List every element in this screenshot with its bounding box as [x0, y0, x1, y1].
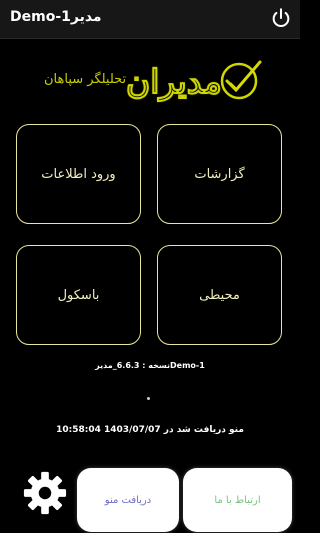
logo-tagline: تحلیلگر سپاهان	[44, 72, 127, 87]
logo-name: مدیران	[126, 62, 223, 102]
tile-label: گزارشات	[194, 166, 245, 182]
tile-scale[interactable]: باسکول	[16, 245, 141, 345]
tile-environment[interactable]: محیطی	[157, 245, 282, 345]
check-swoosh-icon	[220, 60, 262, 100]
receive-menu-button[interactable]: دریافت منو	[77, 468, 179, 532]
separator-dot	[147, 397, 150, 400]
tile-label: ورود اطلاعات	[41, 166, 116, 182]
tile-reports[interactable]: گزارشات	[157, 124, 282, 224]
app-title: مدیرDemo-1	[10, 9, 102, 25]
title-bar: مدیرDemo-1	[0, 0, 300, 39]
gear-icon[interactable]	[22, 470, 68, 516]
tile-label: محیطی	[199, 287, 240, 303]
tile-label: باسکول	[57, 287, 100, 303]
menu-received-status: منو دریافت شد در 1403/07/07 10:58:04	[56, 425, 244, 435]
brand-logo: تحلیلگر سپاهان مدیران	[40, 48, 270, 110]
tile-data-entry[interactable]: ورود اطلاعات	[16, 124, 141, 224]
power-icon[interactable]	[270, 7, 292, 29]
version-text: نسخه : 6.6.3_مدیرDemo-1	[95, 361, 205, 370]
contact-us-button[interactable]: ارتباط با ما	[183, 468, 292, 532]
